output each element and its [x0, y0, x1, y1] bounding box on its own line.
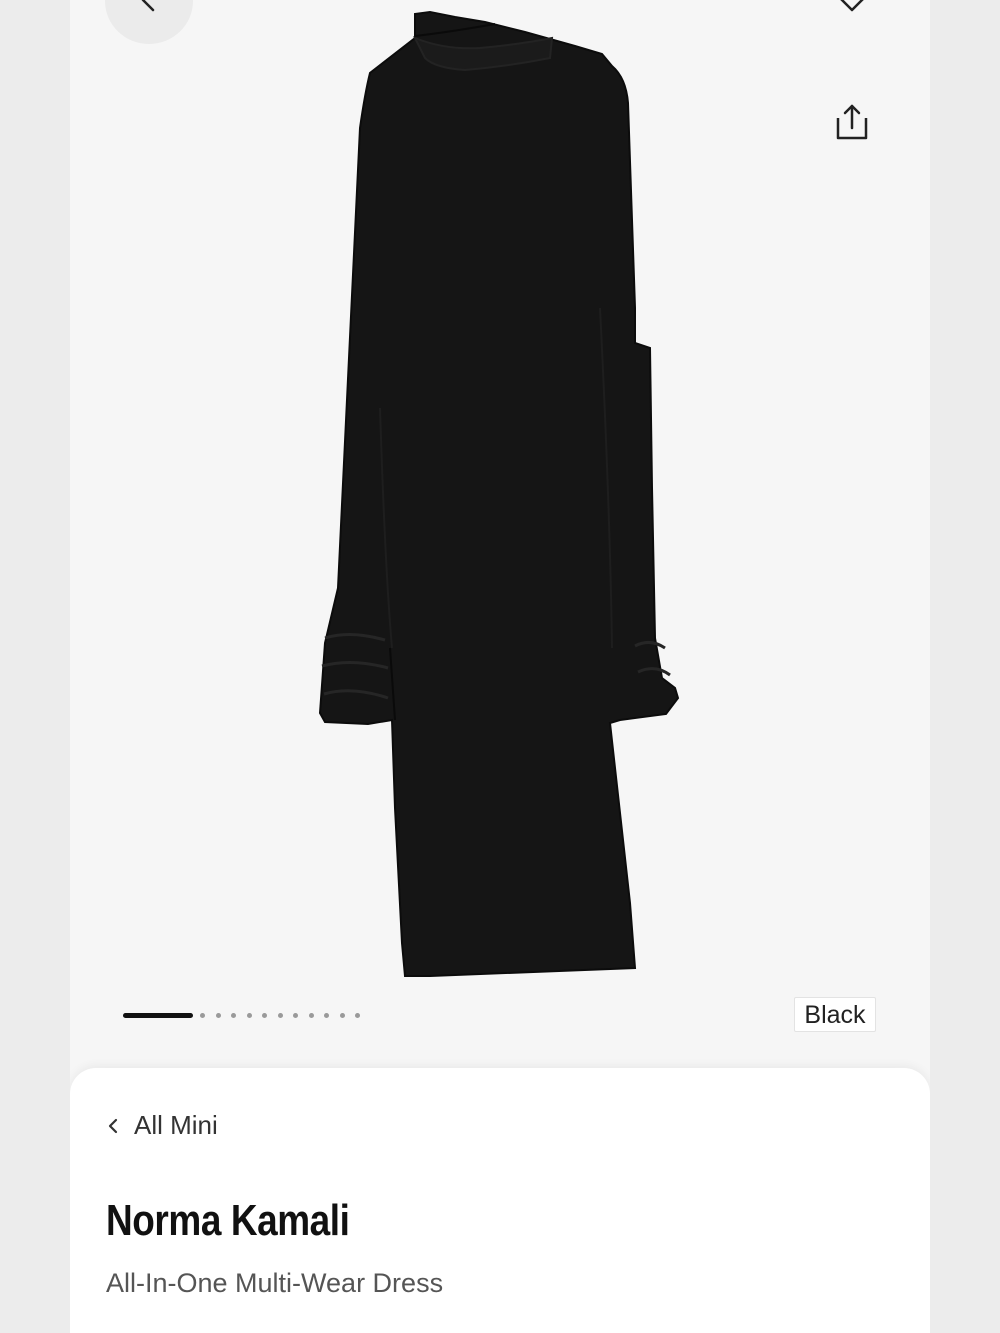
brand-name[interactable]: Norma Kamali: [106, 1196, 350, 1246]
image-pager[interactable]: [123, 1010, 371, 1020]
breadcrumb[interactable]: All Mini: [106, 1110, 218, 1141]
pager-indicator-active[interactable]: [123, 1012, 193, 1018]
product-title: All-In-One Multi-Wear Dress: [106, 1268, 444, 1298]
pager-dot[interactable]: [200, 1012, 205, 1018]
product-info-card: All Mini Norma Kamali All-In-One Multi-W…: [70, 1068, 930, 1333]
pager-dot[interactable]: [246, 1012, 252, 1018]
product-gallery: Black All Mini Norma Kamali All-In-One M…: [70, 0, 930, 1333]
pager-dot[interactable]: [262, 1012, 267, 1018]
chevron-left-icon: [141, 0, 155, 12]
pager-dot[interactable]: [231, 1012, 236, 1018]
heart-icon[interactable]: [832, 0, 872, 18]
chevron-left-icon: [108, 1118, 118, 1133]
pager-dot[interactable]: [215, 1012, 221, 1018]
pager-dot[interactable]: [339, 1012, 345, 1018]
pager-dot[interactable]: [324, 1012, 329, 1018]
pager-dot[interactable]: [293, 1012, 298, 1018]
product-image[interactable]: [240, 8, 770, 983]
pager-dot[interactable]: [308, 1012, 314, 1018]
pager-dot[interactable]: [355, 1012, 360, 1018]
color-badge: Black: [794, 997, 876, 1032]
back-button[interactable]: [105, 0, 193, 44]
breadcrumb-label[interactable]: All Mini: [134, 1110, 218, 1141]
share-icon[interactable]: [830, 100, 874, 144]
pager-dot[interactable]: [277, 1012, 283, 1018]
